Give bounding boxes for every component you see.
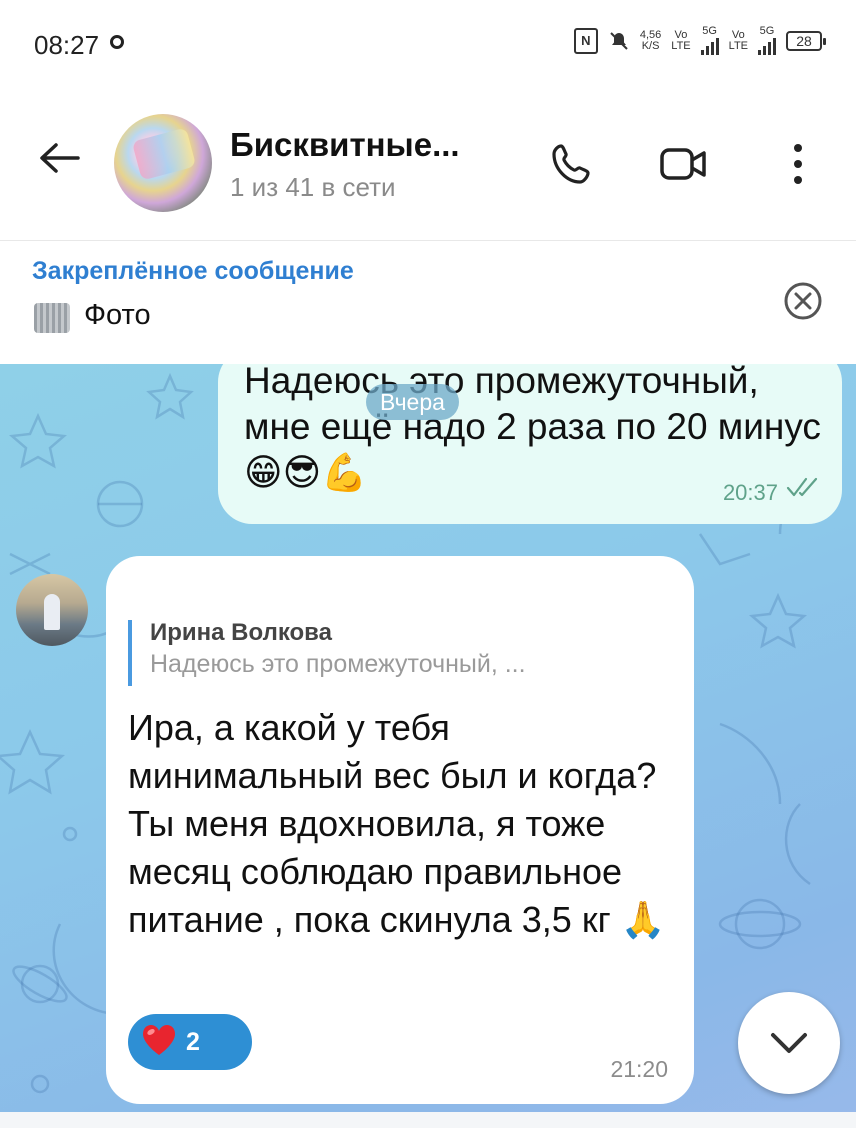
nfc-icon: N: [573, 27, 598, 54]
signal-bars-icon: [700, 37, 719, 55]
group-avatar[interactable]: [114, 114, 212, 212]
sim1-lte-label: LTE: [671, 39, 691, 52]
pinned-message-bar[interactable]: Закреплённое сообщение Фото: [0, 240, 856, 365]
incoming-message-time: 21:20: [610, 1056, 668, 1082]
chat-title[interactable]: Бисквитные...: [230, 126, 460, 164]
reply-preview-text: Надеюсь это промежуточный, ...: [150, 650, 526, 678]
status-time: 08:27: [34, 30, 100, 60]
sim2-volte: Vo LTE: [728, 28, 748, 52]
reply-sender-name: Ирина Волкова: [150, 619, 332, 646]
back-arrow-icon[interactable]: [34, 138, 84, 178]
sim1-net-label: 5G: [702, 25, 717, 37]
status-icons: N 4,56 K/S Vo LTE 5G Vo LTE 5G 28: [573, 25, 826, 55]
pinned-text: Фото: [84, 299, 151, 331]
mute-bell-icon: [608, 30, 630, 52]
double-check-icon: [786, 476, 820, 503]
video-icon[interactable]: [656, 136, 712, 192]
chevron-down-icon: [771, 1033, 807, 1053]
reply-quote[interactable]: Ирина Волкова Надеюсь это промежуточный,…: [128, 619, 668, 686]
heart-icon: [140, 1023, 178, 1062]
speed-value: 4,56: [639, 28, 662, 41]
sim1-volte: Vo LTE: [671, 28, 691, 52]
sim1-vo-label: Vo: [674, 28, 688, 41]
online-status: 1 из 41 в сети: [230, 172, 396, 202]
battery-icon: 28: [786, 30, 826, 51]
reaction-count: 2: [186, 1027, 200, 1056]
speed-unit: K/S: [641, 39, 660, 52]
avatar-image: [131, 127, 197, 181]
date-separator: Вчера: [366, 384, 459, 420]
close-pinned-icon[interactable]: [782, 280, 824, 327]
photo-thumbnail: [34, 303, 70, 333]
pinned-title: Закреплённое сообщение: [32, 257, 354, 285]
phone-icon[interactable]: [544, 136, 600, 192]
network-speed: 4,56 K/S: [639, 28, 662, 52]
sim2-net-label: 5G: [759, 25, 775, 37]
status-indicator-icon: [110, 35, 124, 49]
sim2-vo-label: Vo: [731, 28, 745, 41]
sender-avatar[interactable]: [16, 574, 88, 646]
signal-bars-icon: [758, 37, 776, 55]
chat-area[interactable]: Надеюсь это промежуточный, мне ещё надо …: [0, 364, 856, 1128]
outgoing-message-text: Надеюсь это промежуточный, мне ещё надо …: [244, 364, 821, 493]
bottom-edge: [0, 1112, 856, 1128]
status-bar: 08:27 N 4,56 K/S Vo LTE 5G Vo LTE 5G 28: [0, 0, 856, 92]
outgoing-message-time: 20:37: [722, 480, 778, 505]
sim2-lte-label: LTE: [728, 39, 748, 52]
sim1-signal: 5G: [700, 25, 719, 55]
reaction-heart[interactable]: 2: [128, 1014, 252, 1070]
outgoing-message[interactable]: Надеюсь это промежуточный, мне ещё надо …: [218, 364, 842, 524]
incoming-message-text: Ира, а какой у тебя минимальный вес был …: [128, 707, 666, 940]
more-vertical-icon[interactable]: [770, 136, 826, 192]
sim2-signal: 5G: [758, 26, 776, 55]
chat-header: Бисквитные... 1 из 41 в сети: [0, 92, 856, 240]
scroll-down-button[interactable]: [738, 992, 840, 1094]
incoming-message[interactable]: Ирина Волкова Надеюсь это промежуточный,…: [106, 556, 694, 1104]
